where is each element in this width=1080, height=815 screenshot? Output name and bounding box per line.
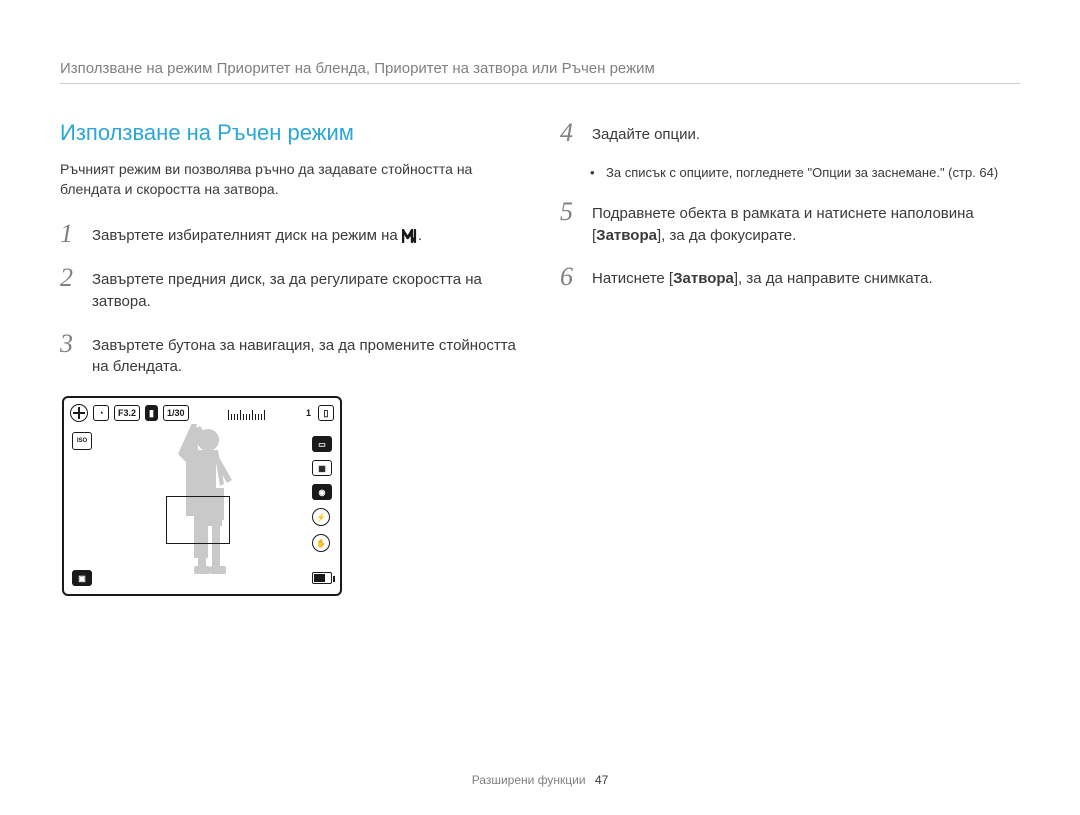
stabilization-icon: ✋ [312, 534, 330, 552]
metering-icon: ◉ [312, 484, 332, 500]
step-text: Задайте опции. [592, 120, 700, 146]
step-text: Завъртете избирателният диск на режим на… [92, 221, 422, 247]
step-3: 3 Завъртете бутона за навигация, за да п… [60, 331, 520, 379]
section-title: Използване на Ръчен режим [60, 120, 520, 146]
iso-icon: ISO [72, 432, 92, 450]
mode-m-icon [402, 229, 418, 243]
shots-remaining: 1 [304, 405, 313, 421]
left-column: Използване на Ръчен режим Ръчният режим … [60, 120, 520, 596]
step1-post: . [418, 227, 422, 244]
step-text: Завъртете бутона за навигация, за да про… [92, 331, 520, 379]
step5-post: ], за да фокусирате. [657, 227, 796, 244]
battery-icon [312, 572, 332, 584]
intro-text: Ръчният режим ви позволява ръчно да зада… [60, 160, 520, 199]
timer-icon: ◔ [93, 405, 109, 421]
step-number: 6 [560, 264, 578, 290]
focus-frame [166, 496, 230, 544]
step-4: 4 Задайте опции. [560, 120, 1020, 146]
step-number: 2 [60, 265, 78, 291]
step6-pre: Натиснете [ [592, 270, 673, 287]
page-footer: Разширени функции 47 [0, 773, 1080, 787]
bullet-dot-icon: • [590, 164, 598, 183]
step6-key: Затвора [673, 270, 734, 287]
step5-key: Затвора [596, 227, 657, 244]
step4-bullet: • За списък с опциите, погледнете "Опции… [590, 164, 1020, 183]
bullet-text: За списък с опциите, погледнете "Опции з… [606, 164, 998, 183]
step-number: 1 [60, 221, 78, 247]
step-5: 5 Подравнете обекта в рамката и натиснет… [560, 199, 1020, 247]
breadcrumb: Използване на режим Приоритет на бленда,… [60, 60, 1020, 84]
flash-icon: ⚡ [312, 508, 330, 526]
step-number: 5 [560, 199, 578, 225]
size-icon: ▦ [312, 460, 332, 476]
camera-screen: ◔ F3.2 ▮ 1/30 1 ▯ ISO ▭ ▦ ◉ [62, 396, 342, 596]
right-column: 4 Задайте опции. • За списък с опциите, … [560, 120, 1020, 596]
footer-label: Разширени функции [472, 773, 586, 787]
quality-icon: ▭ [312, 436, 332, 452]
shutter-label-icon: ▮ [145, 405, 158, 421]
exposure-scale [194, 406, 299, 420]
step1-pre: Завъртете избирателният диск на режим на [92, 227, 402, 244]
step-1: 1 Завъртете избирателният диск на режим … [60, 221, 520, 247]
aperture-value: F3.2 [114, 405, 140, 421]
step-number: 3 [60, 331, 78, 357]
step-text: Натиснете [Затвора], за да направите сни… [592, 264, 933, 290]
step-text: Подравнете обекта в рамката и натиснете … [592, 199, 1020, 247]
mode-indicator-icon [70, 404, 88, 422]
card-icon: ▯ [318, 405, 334, 421]
drive-mode-icon: ▣ [72, 570, 92, 586]
step-6: 6 Натиснете [Затвора], за да направите с… [560, 264, 1020, 290]
page-number: 47 [595, 773, 608, 787]
step-2: 2 Завъртете предния диск, за да регулира… [60, 265, 520, 313]
step-number: 4 [560, 120, 578, 146]
step6-post: ], за да направите снимката. [734, 270, 933, 287]
shutter-value: 1/30 [163, 405, 189, 421]
step-text: Завъртете предния диск, за да регулирате… [92, 265, 520, 313]
